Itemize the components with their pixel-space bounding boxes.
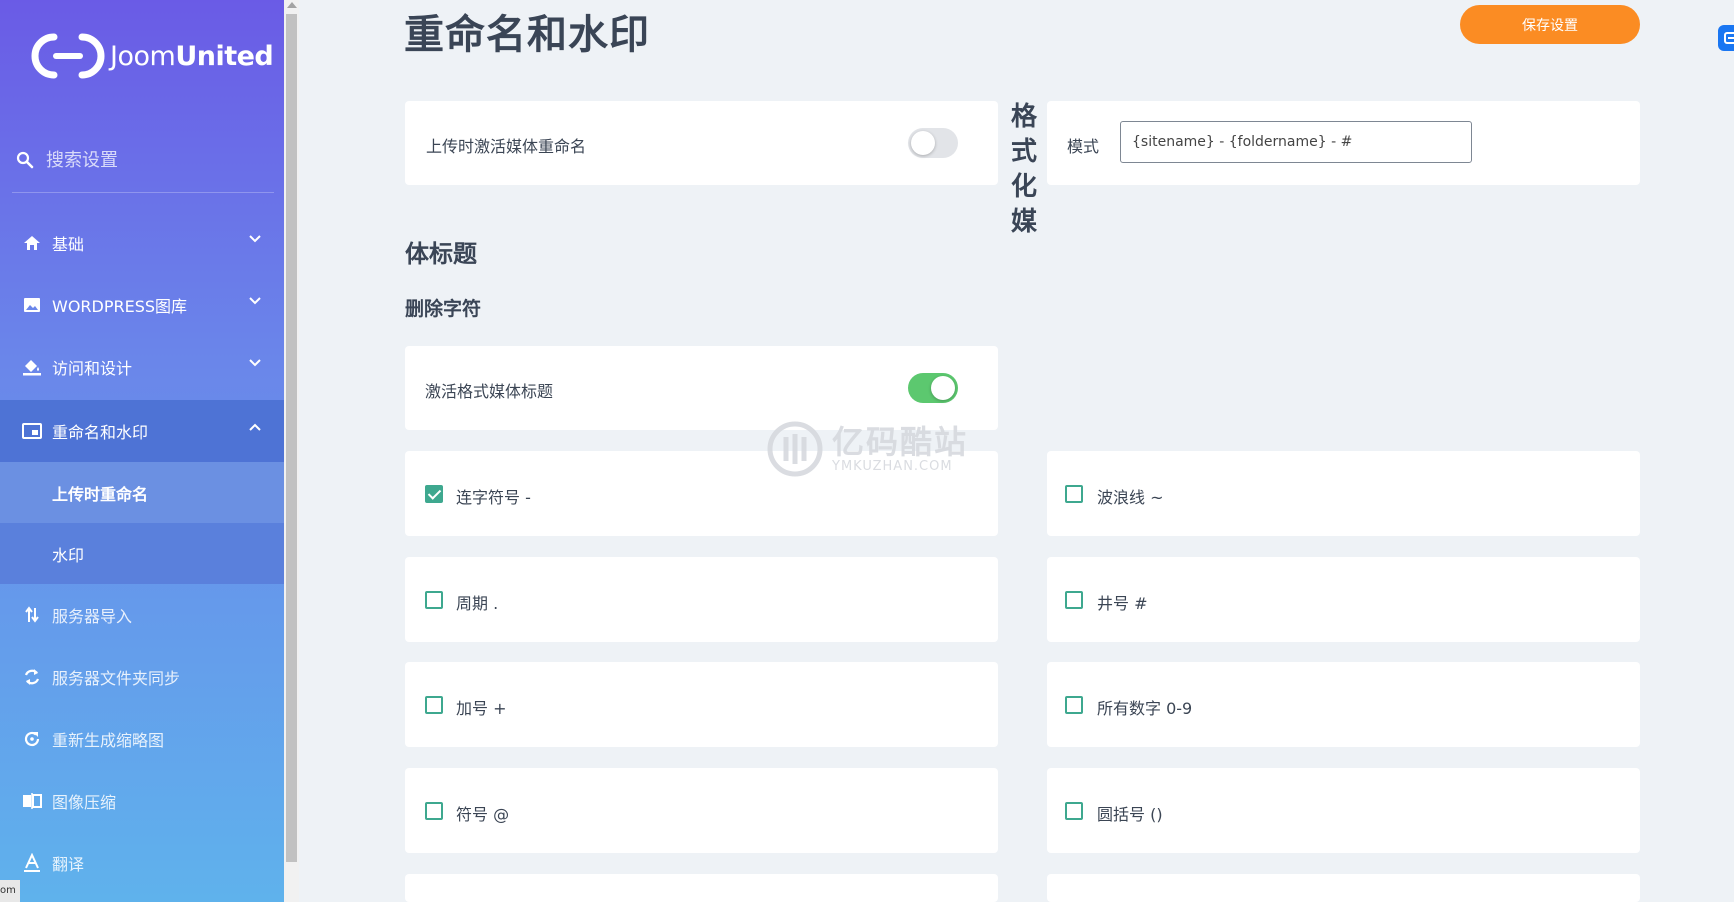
- browser-extension-icon[interactable]: [1718, 25, 1734, 51]
- watermark-logo-icon: [767, 421, 823, 477]
- char-option-card-partial[interactable]: [1047, 874, 1640, 902]
- char-option-card[interactable]: 周期 .: [405, 557, 998, 642]
- format-title-heading-continued: 体标题: [405, 240, 477, 268]
- char-option-card-partial[interactable]: [405, 874, 998, 902]
- char-option-card[interactable]: 圆括号 (): [1047, 768, 1640, 853]
- chevron-down-icon: [249, 235, 261, 243]
- pattern-label: 模式: [1067, 137, 1100, 156]
- sidebar-item-label: WORDPRESS图库: [52, 297, 188, 316]
- sidebar-item-rename-watermark[interactable]: 重命名和水印: [0, 400, 284, 462]
- char-option-card[interactable]: 波浪线 ~: [1047, 451, 1640, 536]
- settings-search: [16, 146, 272, 174]
- paint-bucket-icon: [22, 357, 42, 377]
- format-title-heading: 格式化媒: [1010, 102, 1037, 237]
- plus-checkbox[interactable]: [425, 696, 443, 714]
- at-sign-checkbox[interactable]: [425, 802, 443, 820]
- activate-format-card: 激活格式媒体标题: [405, 346, 998, 430]
- joomunited-logo[interactable]: JoomUnited: [30, 30, 274, 82]
- sidebar-item-wordpress-gallery[interactable]: WORDPRESS图库: [0, 274, 284, 336]
- chevron-down-icon: [249, 359, 261, 367]
- char-option-label: 周期 .: [456, 594, 499, 613]
- logo-text: JoomUnited: [110, 40, 274, 72]
- rename-toggle-label: 上传时激活媒体重命名: [426, 137, 587, 156]
- page-title: 重命名和水印: [404, 12, 650, 58]
- char-option-label: 加号 +: [456, 699, 507, 718]
- import-arrows-icon: [22, 605, 42, 625]
- picture-in-picture-icon: [22, 421, 42, 441]
- save-settings-button[interactable]: 保存设置: [1460, 5, 1640, 44]
- char-option-label: 井号 #: [1097, 594, 1148, 613]
- sidebar-item-server-folder-sync[interactable]: 服务器文件夹同步: [0, 646, 284, 708]
- site-watermark: 亿码酷站 YMKUZHAN.COM: [766, 420, 968, 478]
- sidebar-item-label: 服务器导入: [52, 607, 133, 626]
- sync-icon: [22, 667, 42, 687]
- activate-format-toggle[interactable]: [908, 373, 958, 403]
- remove-characters-heading: 删除字符: [405, 298, 482, 320]
- sidebar-item-label: 访问和设计: [52, 359, 133, 378]
- parentheses-checkbox[interactable]: [1065, 802, 1083, 820]
- sidebar-scrollbar-thumb[interactable]: [286, 14, 297, 862]
- chevron-down-icon: [249, 297, 261, 305]
- sidebar-subitem-watermark[interactable]: 水印: [0, 523, 284, 584]
- sidebar-item-image-compression[interactable]: 图像压缩: [0, 770, 284, 832]
- search-input[interactable]: [44, 148, 268, 172]
- char-option-card[interactable]: 加号 +: [405, 662, 998, 747]
- status-link-tag: om: [0, 880, 20, 902]
- char-option-label: 连字符号 -: [456, 488, 531, 507]
- sidebar-item-label: 重命名和水印: [52, 423, 149, 442]
- watermark-title: 亿码酷站: [832, 422, 969, 461]
- sidebar-item-label: 基础: [52, 235, 85, 254]
- sidebar-item-basic[interactable]: 基础: [0, 212, 284, 274]
- toggle-knob: [911, 131, 935, 155]
- char-option-card[interactable]: 井号 #: [1047, 557, 1640, 642]
- watermark-text: 亿码酷站 YMKUZHAN.COM: [832, 425, 968, 474]
- sidebar-item-regenerate-thumbnails[interactable]: 重新生成缩略图: [0, 708, 284, 770]
- char-option-label: 符号 @: [456, 805, 510, 824]
- sidebar-item-server-import[interactable]: 服务器导入: [0, 584, 284, 646]
- sidebar-item-label: 重新生成缩略图: [52, 731, 165, 750]
- sidebar-item-label: 翻译: [52, 855, 85, 874]
- char-option-label: 波浪线 ~: [1097, 488, 1164, 507]
- sidebar-item-translate[interactable]: 翻译: [0, 832, 284, 894]
- sidebar: JoomUnited 基础 WORDPRESS图库 访问和设计 重命: [0, 0, 284, 902]
- refresh-icon: [22, 729, 42, 749]
- home-icon: [22, 233, 42, 253]
- char-option-label: 所有数字 0-9: [1097, 699, 1193, 718]
- sidebar-item-access-design[interactable]: 访问和设计: [0, 336, 284, 398]
- pattern-input[interactable]: [1120, 121, 1472, 163]
- search-icon: [16, 151, 34, 169]
- sidebar-divider: [12, 192, 274, 193]
- scroll-up-arrow[interactable]: [287, 2, 297, 8]
- digits-checkbox[interactable]: [1065, 696, 1083, 714]
- hyphen-checkbox[interactable]: [425, 485, 443, 503]
- translate-icon: [22, 853, 42, 873]
- logo-mark-icon: [31, 33, 105, 79]
- period-checkbox[interactable]: [425, 591, 443, 609]
- hash-checkbox[interactable]: [1065, 591, 1083, 609]
- sidebar-item-label: 服务器文件夹同步: [52, 669, 181, 688]
- sidebar-subitem-rename-on-upload[interactable]: 上传时重命名: [0, 462, 284, 523]
- image-icon: [22, 295, 42, 315]
- toggle-knob: [931, 376, 955, 400]
- sidebar-item-label: 上传时重命名: [52, 484, 149, 504]
- sidebar-item-label: 水印: [52, 545, 85, 565]
- char-option-card[interactable]: 所有数字 0-9: [1047, 662, 1640, 747]
- watermark-domain: YMKUZHAN.COM: [832, 458, 953, 474]
- compress-icon: [22, 791, 42, 811]
- char-option-card[interactable]: 符号 @: [405, 768, 998, 853]
- char-option-label: 圆括号 (): [1097, 805, 1163, 824]
- sidebar-item-label: 图像压缩: [52, 793, 117, 812]
- chevron-up-icon: [249, 423, 261, 431]
- activate-format-label: 激活格式媒体标题: [425, 382, 554, 401]
- tilde-checkbox[interactable]: [1065, 485, 1083, 503]
- rename-on-upload-toggle[interactable]: [908, 128, 958, 158]
- rename-toggle-card: 上传时激活媒体重命名: [405, 101, 998, 185]
